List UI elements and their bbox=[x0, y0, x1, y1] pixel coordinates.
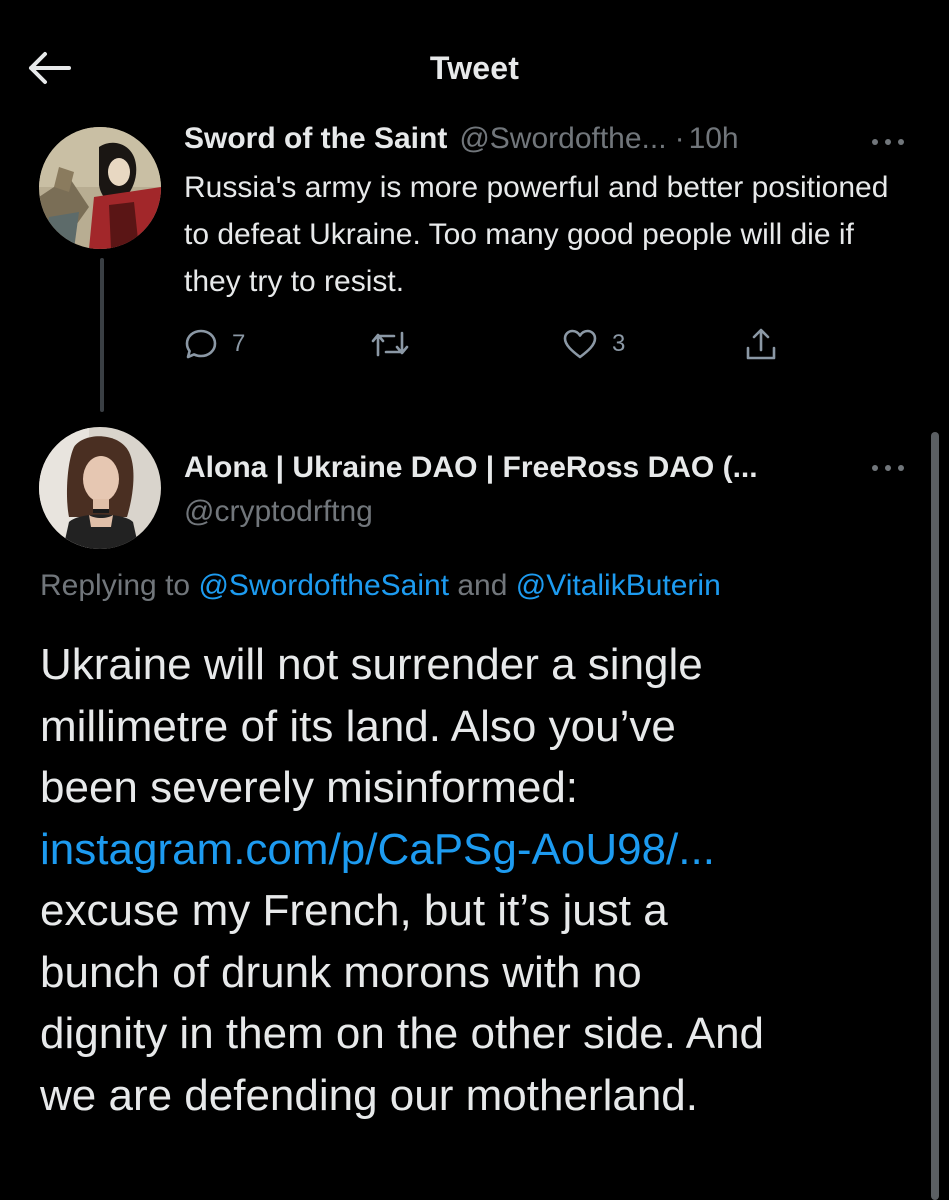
replying-and: and bbox=[449, 569, 516, 602]
more-icon bbox=[872, 139, 904, 145]
thread-connector bbox=[100, 258, 104, 412]
tweet-text-line: Ukraine will not surrender a single bbox=[40, 640, 703, 689]
tweet-text-line: been severely misinformed: bbox=[40, 763, 579, 812]
replying-to: Replying to @SwordoftheSaint and @Vitali… bbox=[40, 569, 920, 603]
timestamp[interactable]: 10h bbox=[689, 122, 739, 156]
scrollbar[interactable] bbox=[931, 432, 939, 1200]
author-handle[interactable]: @Swordofthe... bbox=[459, 122, 666, 156]
share-button[interactable] bbox=[744, 322, 778, 366]
tweet-text-line: excuse my French, but it’s just a bbox=[40, 886, 668, 935]
tweet-text-line: millimetre of its land. Also you’ve bbox=[40, 701, 676, 751]
tweet-text-line: bunch of drunk morons with no bbox=[40, 947, 642, 997]
avatar[interactable] bbox=[39, 427, 161, 549]
heart-icon bbox=[563, 329, 597, 359]
more-options-button[interactable] bbox=[868, 453, 908, 483]
tweet-actions: 7 3 bbox=[184, 322, 804, 366]
tweet-text: Russia's army is more powerful and bette… bbox=[184, 171, 889, 298]
separator-dot: · bbox=[674, 122, 685, 155]
like-button[interactable]: 3 bbox=[562, 322, 625, 366]
more-options-button[interactable] bbox=[868, 127, 908, 157]
more-icon bbox=[872, 465, 904, 471]
page-title: Tweet bbox=[429, 50, 520, 86]
avatar[interactable] bbox=[39, 127, 161, 249]
author-handle[interactable]: @cryptodrftng bbox=[184, 495, 373, 529]
like-count: 3 bbox=[612, 330, 626, 357]
reply-button[interactable]: 7 bbox=[184, 322, 245, 366]
mention-link[interactable]: @VitalikButerin bbox=[516, 569, 721, 602]
author-name[interactable]: Alona | Ukraine DAO | FreeRoss DAO (... bbox=[184, 451, 864, 485]
retweet-icon bbox=[371, 331, 409, 357]
tweet-text: Ukraine will not surrender a single mill… bbox=[40, 634, 920, 1126]
instagram-link[interactable]: instagram.com/p/CaPSg-AoU98/... bbox=[40, 819, 920, 881]
replying-prefix: Replying to bbox=[40, 569, 199, 602]
top-bar: Tweet bbox=[0, 0, 949, 110]
retweet-button[interactable] bbox=[370, 322, 410, 366]
tweet-text-line: dignity in them on the other side. And bbox=[40, 1009, 765, 1058]
reply-count: 7 bbox=[232, 330, 246, 357]
tweet-header: Sword of the Saint @Swordofthe... · 10h bbox=[184, 119, 904, 159]
reply-icon bbox=[185, 329, 217, 359]
author-name[interactable]: Sword of the Saint bbox=[184, 122, 447, 156]
tweet-text-line: we are defending our motherland. bbox=[40, 1070, 698, 1120]
mention-link[interactable]: @SwordoftheSaint bbox=[198, 569, 449, 602]
share-icon bbox=[746, 328, 776, 360]
